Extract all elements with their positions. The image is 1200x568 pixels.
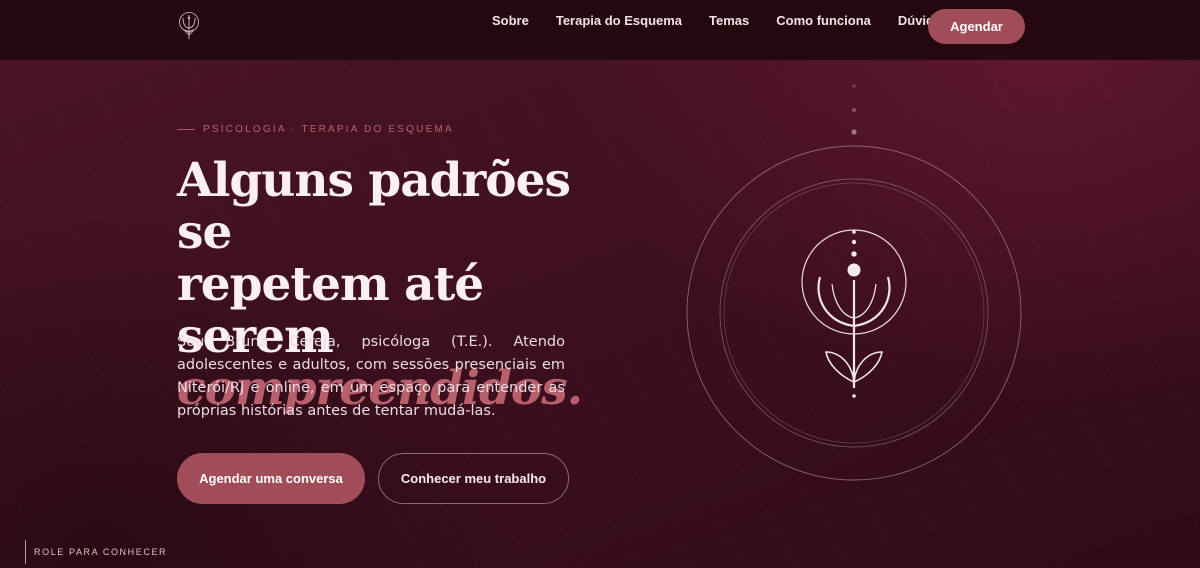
nav-item-como-funciona[interactable]: Como funciona [776, 14, 871, 28]
conhecer-trabalho-button[interactable]: Conhecer meu trabalho [378, 453, 569, 504]
headline-line-1: Alguns padrões se [177, 153, 571, 260]
eyebrow-text: PSICOLOGIA · TERAPIA DO ESQUEMA [203, 124, 454, 135]
scroll-hint: ROLE PARA CONHECER [25, 540, 167, 564]
eyebrow-divider [177, 129, 195, 130]
hero-intro: Sou Bruna Cereja, psicóloga (T.E.). Aten… [177, 334, 565, 419]
hero-eyebrow: PSICOLOGIA · TERAPIA DO ESQUEMA [177, 124, 454, 135]
psi-lotus-emblem-icon [686, 84, 1022, 481]
scroll-line [25, 540, 26, 564]
scroll-hint-text: ROLE PARA CONHECER [34, 547, 168, 557]
psi-lotus-logo-icon[interactable] [176, 9, 202, 43]
page: Sobre Terapia do Esquema Temas Como func… [0, 0, 1200, 568]
nav-item-terapia-do-esquema[interactable]: Terapia do Esquema [556, 14, 682, 28]
nav-item-sobre[interactable]: Sobre [492, 14, 529, 28]
site-header: Sobre Terapia do Esquema Temas Como func… [0, 0, 1200, 60]
agendar-conversa-button[interactable]: Agendar uma conversa [177, 453, 365, 504]
agendar-button[interactable]: Agendar [928, 9, 1025, 44]
nav-item-temas[interactable]: Temas [709, 14, 749, 28]
main-nav: Sobre Terapia do Esquema Temas Como func… [480, 14, 975, 28]
